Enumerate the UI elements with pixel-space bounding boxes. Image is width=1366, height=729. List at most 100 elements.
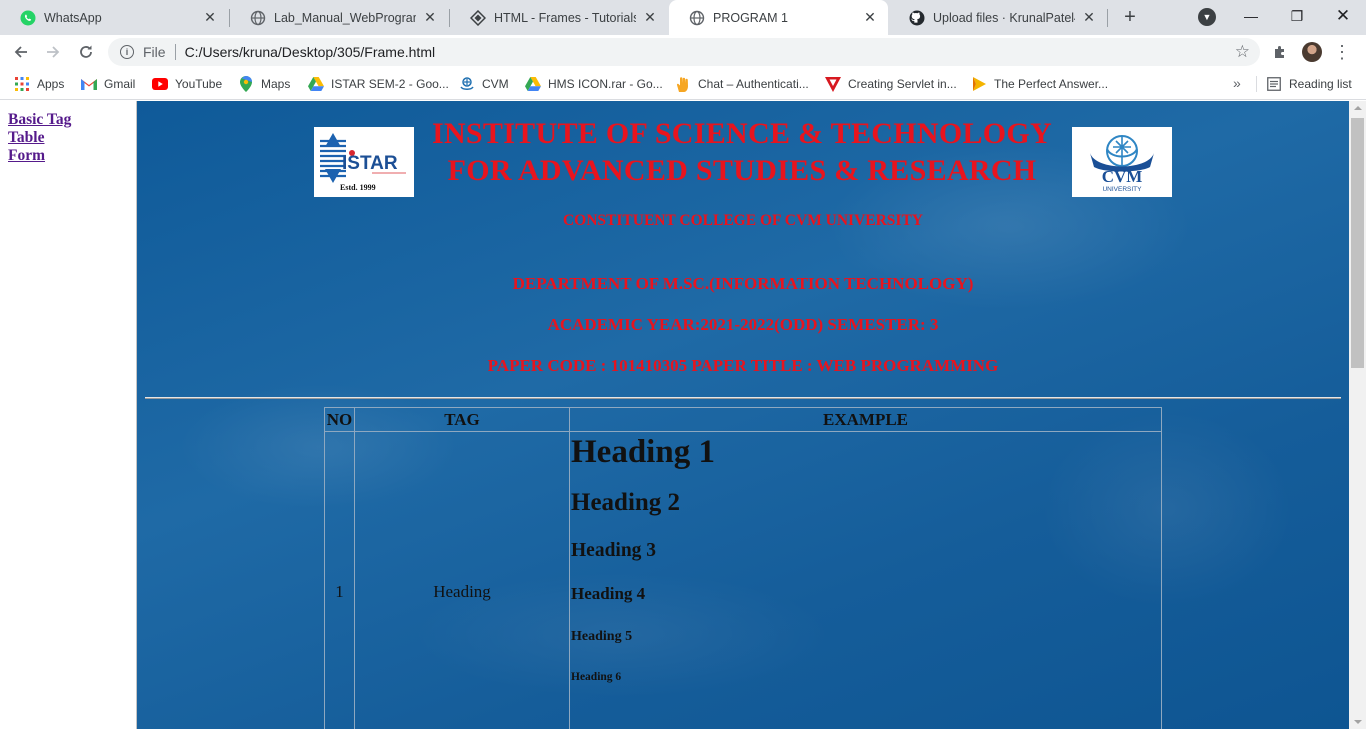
globe-icon bbox=[689, 10, 705, 26]
example-heading-5: Heading 5 bbox=[571, 629, 633, 644]
bookmark-youtube[interactable]: YouTube bbox=[152, 76, 222, 92]
bookmark-chat-authentication[interactable]: Chat – Authenticati... bbox=[675, 76, 809, 92]
row-example: Heading 1 Heading 2 Heading 3 Heading 4 … bbox=[569, 431, 1162, 729]
bookmark-gmail[interactable]: Gmail bbox=[81, 76, 135, 92]
profile-avatar[interactable] bbox=[1302, 42, 1322, 62]
bookmark-label: ISTAR SEM-2 - Goo... bbox=[331, 77, 449, 91]
reading-list-icon bbox=[1266, 76, 1282, 92]
bookmark-label: Gmail bbox=[104, 77, 136, 91]
window-close-icon[interactable]: ✕ bbox=[1320, 0, 1366, 32]
college-line: CONSTITUENT COLLEGE OF CVM UNIVERSITY bbox=[562, 212, 923, 229]
close-icon[interactable]: ✕ bbox=[422, 9, 438, 26]
bookmark-perfect-answer[interactable]: The Perfect Answer... bbox=[971, 76, 1108, 92]
tab-html-frames[interactable]: HTML - Frames - Tutorialspoint ✕ bbox=[450, 0, 668, 35]
row-tag: Heading bbox=[354, 431, 570, 729]
restore-icon[interactable]: ❐ bbox=[1274, 0, 1320, 32]
close-icon[interactable]: ✕ bbox=[862, 9, 878, 26]
tab-title: Lab_Manual_WebProgramming bbox=[274, 10, 416, 25]
tab-title: Upload files · KrunalPatel45/H bbox=[933, 10, 1075, 25]
url-scheme: File bbox=[143, 44, 166, 60]
academic-year-line: ACADEMIC YEAR:2021-2022(ODD) SEMESTER: 3 bbox=[547, 315, 939, 334]
tab-github-upload[interactable]: Upload files · KrunalPatel45/H ✕ bbox=[889, 0, 1107, 35]
bookmark-label: Maps bbox=[261, 77, 291, 91]
maps-pin-icon bbox=[238, 76, 254, 92]
row-number: 1 bbox=[324, 431, 355, 729]
chat-hand-icon bbox=[675, 76, 691, 92]
close-icon[interactable]: ✕ bbox=[202, 9, 218, 26]
google-drive-icon bbox=[308, 76, 324, 92]
google-drive-icon bbox=[525, 76, 541, 92]
tab-strip: WhatsApp ✕ Lab_Manual_WebProgramming ✕ H… bbox=[0, 0, 1366, 35]
reading-list-button[interactable]: Reading list bbox=[1266, 76, 1352, 92]
tab-search-icon[interactable]: ▼ bbox=[1198, 8, 1216, 26]
tab-program-1[interactable]: PROGRAM 1 ✕ bbox=[669, 0, 888, 35]
info-icon[interactable]: i bbox=[120, 45, 134, 59]
institute-title-line-2: FOR ADVANCED STUDIES & RESEARCH bbox=[447, 154, 1037, 187]
cvm-logo-text: CVM bbox=[1102, 167, 1143, 186]
bookmark-label: HMS ICON.rar - Go... bbox=[548, 77, 663, 91]
tags-table: NO TAG EXAMPLE 1 Heading Heading 1 Headi… bbox=[324, 407, 1162, 729]
institute-title-line-1: INSTITUTE OF SCIENCE & TECHNOLOGY bbox=[431, 117, 1053, 150]
column-header-tag: TAG bbox=[354, 407, 570, 432]
new-tab-button[interactable]: + bbox=[1119, 6, 1141, 28]
triangle-logo-icon bbox=[825, 76, 841, 92]
back-arrow-icon[interactable] bbox=[9, 40, 33, 64]
globe-icon bbox=[250, 10, 266, 26]
bookmark-creating-servlet[interactable]: Creating Servlet in... bbox=[825, 76, 957, 92]
bookmark-label: The Perfect Answer... bbox=[994, 77, 1109, 91]
youtube-icon bbox=[152, 76, 168, 92]
table-header-row: NO TAG EXAMPLE bbox=[324, 407, 1162, 432]
main-content-frame: ISTAR Estd. 1999 INSTITUTE OF SCIENCE & … bbox=[137, 101, 1349, 729]
scroll-up-icon[interactable] bbox=[1354, 106, 1362, 110]
example-heading-1: Heading 1 bbox=[571, 434, 715, 470]
nav-link-basic-tag[interactable]: Basic Tag bbox=[8, 111, 128, 129]
address-bar[interactable]: i File C:/Users/kruna/Desktop/305/Frame.… bbox=[108, 38, 1260, 66]
nav-link-table[interactable]: Table bbox=[8, 129, 128, 147]
close-icon[interactable]: ✕ bbox=[642, 9, 658, 26]
istar-logo: ISTAR Estd. 1999 bbox=[314, 127, 414, 197]
gmail-icon bbox=[81, 76, 97, 92]
bookmark-maps[interactable]: Maps bbox=[238, 76, 290, 92]
whatsapp-icon bbox=[20, 10, 36, 26]
example-heading-6: Heading 6 bbox=[571, 671, 622, 683]
left-nav-frame: Basic Tag Table Form bbox=[0, 101, 136, 729]
horizontal-rule bbox=[145, 397, 1341, 399]
bookmarks-overflow-icon[interactable]: » bbox=[1233, 75, 1241, 91]
tab-lab-manual[interactable]: Lab_Manual_WebProgramming ✕ bbox=[230, 0, 448, 35]
extensions-icon[interactable] bbox=[1270, 42, 1290, 62]
bookmark-apps[interactable]: Apps bbox=[14, 76, 64, 92]
bookmark-label: Chat – Authenticati... bbox=[698, 77, 809, 91]
cvm-icon bbox=[459, 76, 475, 92]
page-viewport: Basic Tag Table Form ISTAR Estd. 1999 IN… bbox=[0, 101, 1366, 729]
istar-logo-text: ISTAR bbox=[342, 153, 398, 174]
close-icon[interactable]: ✕ bbox=[1081, 9, 1097, 26]
menu-kebab-icon[interactable]: ⋮ bbox=[1333, 42, 1351, 62]
scroll-down-icon[interactable] bbox=[1354, 720, 1362, 724]
example-heading-2: Heading 2 bbox=[571, 489, 681, 516]
bookmark-istar-sem2[interactable]: ISTAR SEM-2 - Goo... bbox=[308, 76, 449, 92]
bookmarks-bar: Apps Gmail YouTube Maps ISTAR SEM-2 - Go… bbox=[0, 69, 1366, 100]
scrollbar-thumb[interactable] bbox=[1351, 118, 1364, 368]
example-heading-4: Heading 4 bbox=[571, 584, 646, 603]
vertical-scrollbar[interactable] bbox=[1349, 101, 1366, 729]
reload-icon[interactable] bbox=[74, 40, 98, 64]
minimize-icon[interactable]: — bbox=[1228, 0, 1274, 32]
bookmark-label: Apps bbox=[37, 77, 65, 91]
bookmark-label: Creating Servlet in... bbox=[848, 77, 957, 91]
forward-arrow-icon[interactable] bbox=[41, 40, 65, 64]
bookmark-hms-icon[interactable]: HMS ICON.rar - Go... bbox=[525, 76, 663, 92]
column-header-no: NO bbox=[324, 407, 355, 432]
nav-link-form[interactable]: Form bbox=[8, 147, 128, 165]
paper-line: PAPER CODE : 101410305 PAPER TITLE : WEB… bbox=[487, 356, 999, 375]
example-heading-3: Heading 3 bbox=[571, 540, 657, 561]
url-text[interactable]: C:/Users/kruna/Desktop/305/Frame.html bbox=[185, 44, 436, 60]
bookmark-star-icon[interactable]: ☆ bbox=[1235, 43, 1250, 61]
bookmark-cvm[interactable]: CVM bbox=[459, 76, 509, 92]
github-icon bbox=[909, 10, 925, 26]
tab-whatsapp[interactable]: WhatsApp ✕ bbox=[0, 0, 228, 35]
institute-title: INSTITUTE OF SCIENCE & TECHNOLOGY FOR AD… bbox=[417, 115, 1067, 189]
tab-title: PROGRAM 1 bbox=[713, 10, 789, 25]
arrow-logo-icon bbox=[971, 76, 987, 92]
apps-grid-icon bbox=[14, 76, 30, 92]
bookmark-label: CVM bbox=[482, 77, 509, 91]
